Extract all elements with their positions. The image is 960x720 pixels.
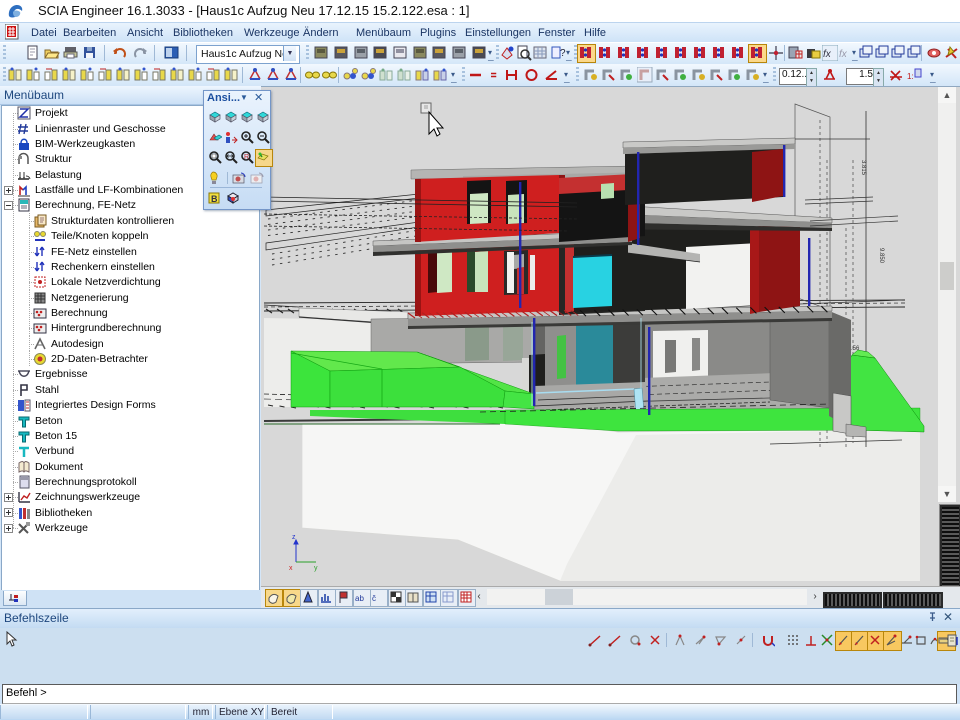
svg-text:fx: fx: [839, 49, 848, 60]
svg-text:3.815: 3.815: [860, 160, 866, 176]
svg-text:9.850: 9.850: [878, 248, 884, 264]
svg-text:1:: 1:: [907, 72, 914, 81]
svg-text:B: B: [211, 194, 218, 204]
svg-text:č: č: [372, 594, 376, 603]
svg-text:R: R: [244, 154, 249, 161]
svg-text:fx: fx: [823, 49, 832, 60]
svg-text:z: z: [292, 534, 296, 541]
svg-text:y: y: [314, 565, 318, 572]
svg-text:ab: ab: [355, 594, 364, 603]
svg-text:x: x: [289, 565, 293, 572]
